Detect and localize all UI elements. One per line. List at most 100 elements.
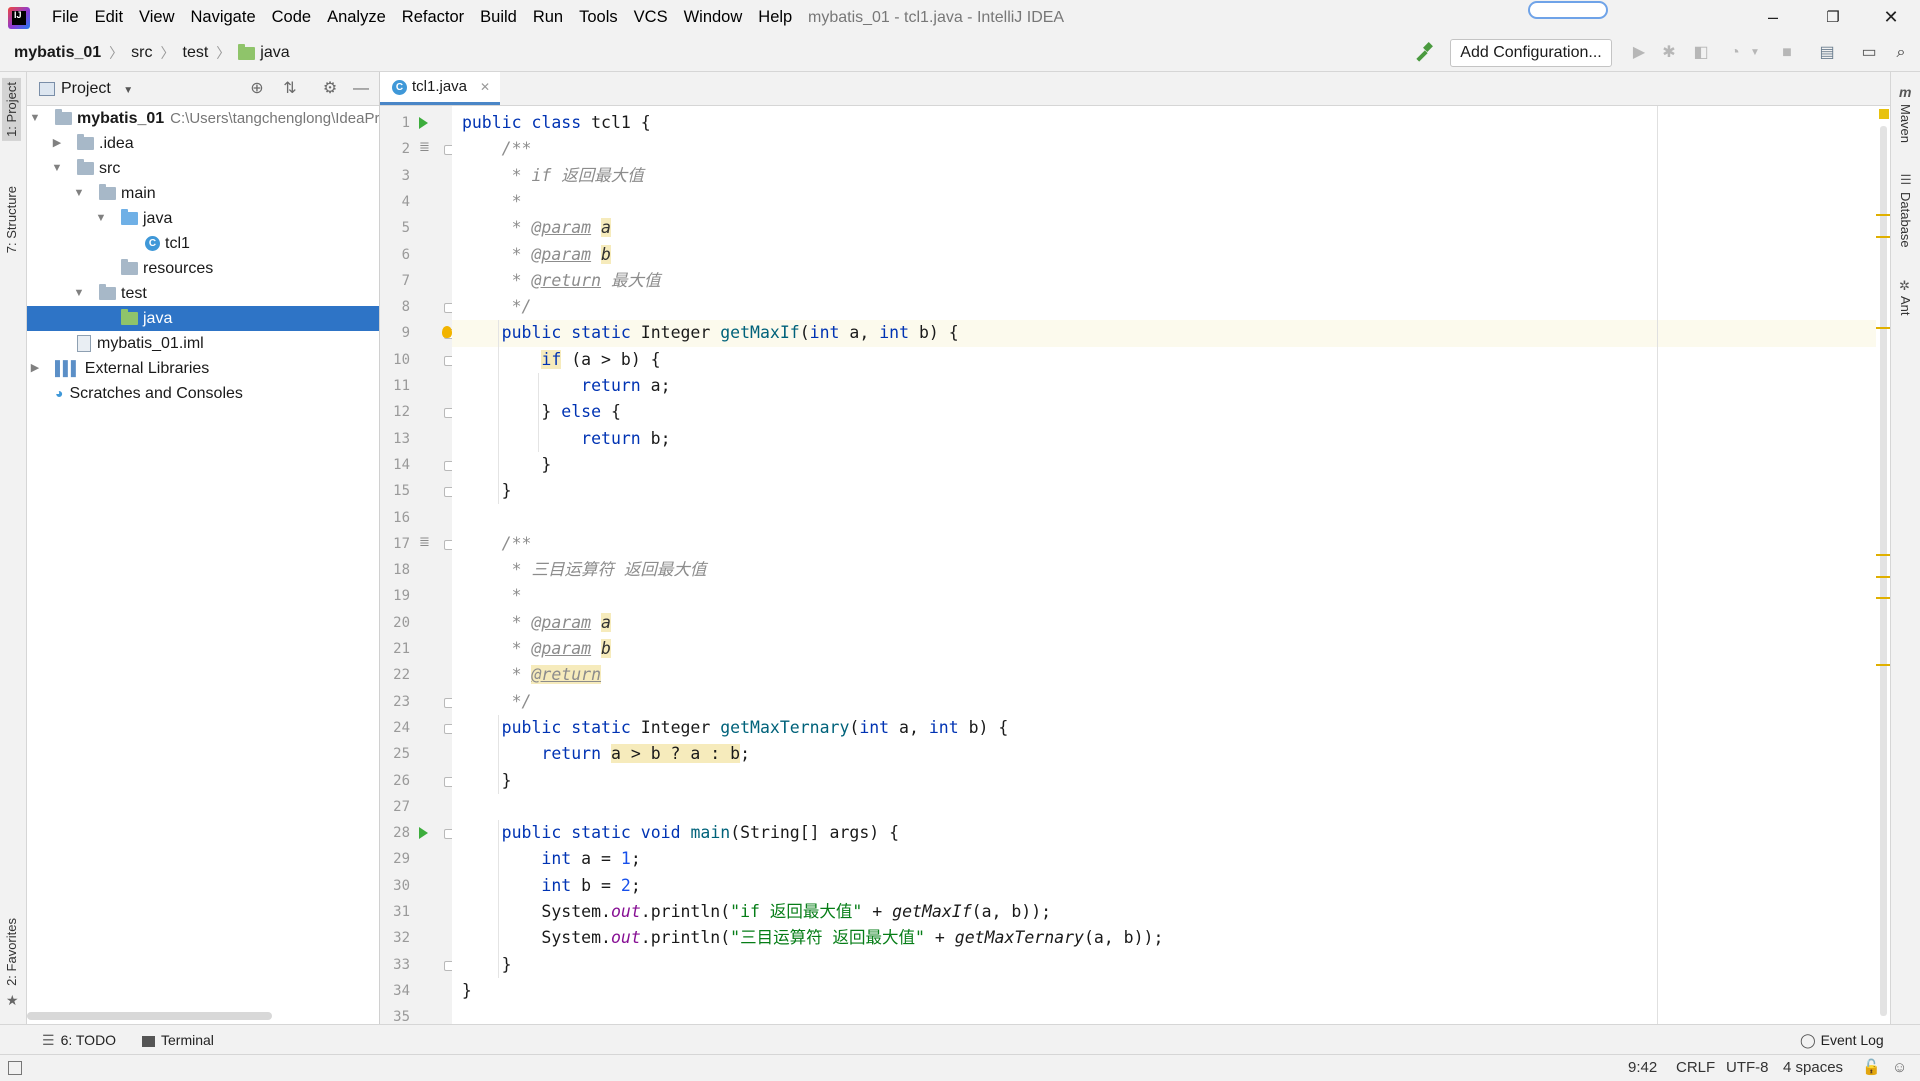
- code-line[interactable]: int a = 1;: [452, 846, 1890, 872]
- lightbulb-icon[interactable]: [442, 326, 452, 339]
- tool-tab-project[interactable]: 1: Project: [2, 78, 21, 141]
- todo-tab[interactable]: ☰ 6: TODO: [42, 1025, 116, 1055]
- close-button[interactable]: ✕: [1868, 0, 1914, 35]
- tree-item-resources[interactable]: resources: [27, 256, 379, 281]
- menu-analyze[interactable]: Analyze: [319, 0, 394, 35]
- minimize-button[interactable]: –: [1750, 0, 1796, 35]
- code-line[interactable]: }: [452, 978, 1890, 1004]
- breadcrumb-src[interactable]: src: [131, 44, 152, 62]
- coverage-icon[interactable]: ◧: [1692, 44, 1710, 62]
- search-everywhere-indicator[interactable]: [1528, 1, 1608, 19]
- code-line[interactable]: * @return: [452, 662, 1890, 688]
- code-line[interactable]: }: [452, 452, 1890, 478]
- code-line[interactable]: }: [452, 768, 1890, 794]
- add-configuration-button[interactable]: Add Configuration...: [1450, 39, 1612, 67]
- menu-run[interactable]: Run: [525, 0, 571, 35]
- maximize-button[interactable]: ❐: [1810, 0, 1856, 35]
- code-line[interactable]: * @param b: [452, 242, 1890, 268]
- tree-item-main[interactable]: ▼ main: [27, 181, 379, 206]
- tool-tab-favorites[interactable]: 2: Favorites: [2, 914, 21, 990]
- stop-icon[interactable]: ■: [1778, 44, 1796, 62]
- code-line[interactable]: */: [452, 294, 1890, 320]
- code-line[interactable]: * if 返回最大值: [452, 163, 1890, 189]
- code-line[interactable]: public static Integer getMaxTernary(int …: [452, 715, 1890, 741]
- tree-item-external-libraries[interactable]: ▶ ▌▌▌ External Libraries: [27, 356, 379, 381]
- tree-item-tcl1[interactable]: Ctcl1: [27, 231, 379, 256]
- caret-position[interactable]: 9:42: [1628, 1055, 1657, 1081]
- tool-tab-maven[interactable]: Maven: [1898, 104, 1913, 143]
- tree-item-iml[interactable]: mybatis_01.iml: [27, 331, 379, 356]
- menu-window[interactable]: Window: [676, 0, 751, 35]
- tree-item-test-java[interactable]: java: [27, 306, 379, 331]
- inspection-warning-icon[interactable]: [1879, 109, 1889, 119]
- code-line[interactable]: }: [452, 478, 1890, 504]
- menu-navigate[interactable]: Navigate: [183, 0, 264, 35]
- code-line[interactable]: * 三目运算符 返回最大值: [452, 557, 1890, 583]
- code-line[interactable]: }: [452, 952, 1890, 978]
- tool-tab-structure[interactable]: 7: Structure: [2, 182, 21, 257]
- terminal-tab[interactable]: Terminal: [142, 1025, 214, 1055]
- menu-file[interactable]: File: [44, 0, 87, 35]
- breadcrumb-java[interactable]: java: [260, 44, 289, 62]
- horizontal-scrollbar[interactable]: [27, 1012, 272, 1020]
- code-line[interactable]: [452, 794, 1890, 820]
- menu-help[interactable]: Help: [750, 0, 800, 35]
- code-line[interactable]: [452, 505, 1890, 531]
- indent-setting[interactable]: 4 spaces: [1783, 1055, 1843, 1081]
- project-view-selector[interactable]: Project ▼: [39, 72, 133, 107]
- code-line[interactable]: * @param b: [452, 636, 1890, 662]
- menu-view[interactable]: View: [131, 0, 182, 35]
- run-icon[interactable]: ▶: [1630, 44, 1648, 62]
- breadcrumb-project[interactable]: mybatis_01: [14, 44, 101, 62]
- menu-refactor[interactable]: Refactor: [394, 0, 472, 35]
- code-line[interactable]: *: [452, 189, 1890, 215]
- search-icon[interactable]: ⌕: [1892, 44, 1910, 62]
- code-line[interactable]: */: [452, 689, 1890, 715]
- code-line[interactable]: public static void main(String[] args) {: [452, 820, 1890, 846]
- tree-item-test[interactable]: ▼ test: [27, 281, 379, 306]
- tree-item-idea[interactable]: ▶ .idea: [27, 131, 379, 156]
- gear-icon[interactable]: ⚙: [320, 79, 340, 99]
- event-log-tab[interactable]: ◯ Event Log: [1800, 1025, 1884, 1055]
- editor-gutter[interactable]: 1 2 ≣ 3 4 5 6 7 8 9 10 11 12 13 14 15 16 17 ≣ 18 19 20 21 22 23 2…: [380, 106, 454, 1025]
- editor-tab-tcl1[interactable]: Ctcl1.java ✕: [380, 72, 500, 105]
- code-line[interactable]: } else {: [452, 399, 1890, 425]
- hide-icon[interactable]: —: [351, 79, 371, 99]
- breadcrumb-test[interactable]: test: [183, 44, 209, 62]
- tree-item-scratches[interactable]: ◕ Scratches and Consoles: [27, 381, 379, 406]
- code-line[interactable]: * @return 最大值: [452, 268, 1890, 294]
- profile-icon[interactable]: ◔: [1726, 44, 1744, 62]
- close-icon[interactable]: ✕: [480, 72, 490, 102]
- code-line[interactable]: public class tcl1 {: [452, 110, 1890, 136]
- run-gutter-icon[interactable]: [419, 827, 428, 840]
- locate-icon[interactable]: ⊕: [247, 79, 267, 99]
- code-editor[interactable]: public class tcl1 { /** * if 返回最大值 * * @…: [442, 106, 1890, 1024]
- line-separator[interactable]: CRLF: [1676, 1055, 1715, 1081]
- menu-build[interactable]: Build: [472, 0, 525, 35]
- tool-windows-toggle-icon[interactable]: [8, 1061, 22, 1075]
- code-line[interactable]: * @param a: [452, 215, 1890, 241]
- tree-item-main-java[interactable]: ▼ java: [27, 206, 379, 231]
- chevron-down-icon[interactable]: ▼: [1746, 44, 1764, 62]
- vertical-scrollbar[interactable]: [1880, 126, 1887, 1016]
- tree-item-project-root[interactable]: ▼ mybatis_01 C:\Users\tangchenglong\IdeaP…: [27, 106, 379, 131]
- run-gutter-icon[interactable]: [419, 117, 428, 129]
- file-encoding[interactable]: UTF-8: [1726, 1055, 1769, 1081]
- tree-item-src[interactable]: ▼ src: [27, 156, 379, 181]
- code-line[interactable]: *: [452, 583, 1890, 609]
- tool-tab-database[interactable]: Database: [1898, 192, 1913, 248]
- code-line[interactable]: /**: [452, 531, 1890, 557]
- debug-icon[interactable]: ✱: [1660, 44, 1678, 62]
- inspector-icon[interactable]: ☺: [1892, 1055, 1907, 1081]
- menu-vcs[interactable]: VCS: [626, 0, 676, 35]
- code-line[interactable]: return a > b ? a : b;: [452, 741, 1890, 767]
- code-line[interactable]: return a;: [452, 373, 1890, 399]
- collapse-all-icon[interactable]: ⇅: [280, 79, 300, 99]
- rendered-doc-icon[interactable]: ≣: [419, 534, 430, 550]
- tool-tab-ant[interactable]: Ant: [1898, 296, 1913, 316]
- menu-code[interactable]: Code: [264, 0, 319, 35]
- layout-icon[interactable]: ▭: [1860, 44, 1878, 62]
- code-line[interactable]: public static Integer getMaxIf(int a, in…: [452, 320, 1890, 347]
- code-line[interactable]: if (a > b) {: [452, 347, 1890, 373]
- code-line[interactable]: int b = 2;: [452, 873, 1890, 899]
